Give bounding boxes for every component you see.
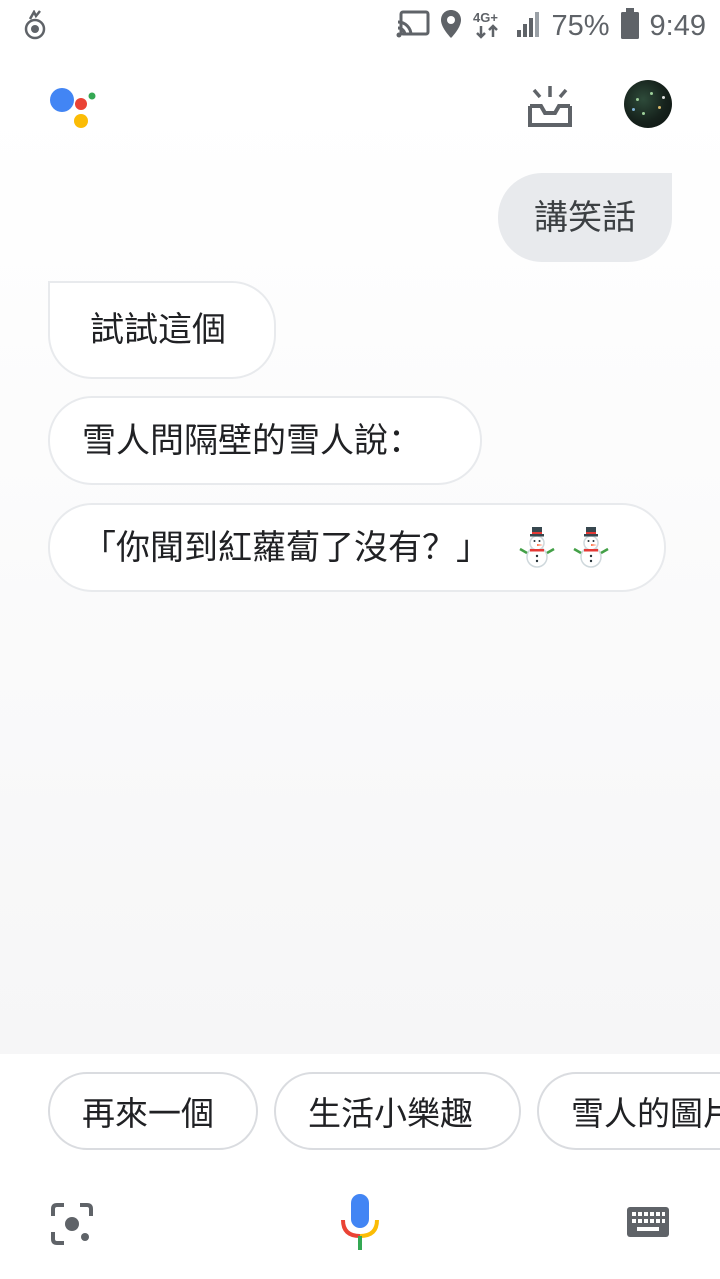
lens-icon[interactable] xyxy=(50,1202,94,1250)
updates-icon[interactable] xyxy=(526,84,574,132)
signal-icon xyxy=(516,10,542,42)
input-bar xyxy=(0,1170,720,1279)
assistant-message-bubble: 「你聞到紅蘿蔔了沒有？」 xyxy=(48,503,666,592)
network-type-label: 4G+ xyxy=(473,10,498,25)
suggestion-chip-label: 生活小樂趣 xyxy=(308,1094,473,1133)
assistant-message-text: 試試這個 xyxy=(90,310,226,350)
battery-icon xyxy=(620,8,640,44)
suggestion-chip[interactable]: 雪人的圖片 xyxy=(537,1072,720,1150)
assistant-message-text: 「你聞到紅蘿蔔了沒有？」 xyxy=(82,527,490,568)
emoji-group xyxy=(516,526,612,569)
google-assistant-icon[interactable] xyxy=(48,84,98,128)
assistant-message-text: 雪人問隔壁的雪人說： xyxy=(82,420,422,461)
battery-percent: 75% xyxy=(551,9,610,42)
notification-icon xyxy=(22,9,48,44)
user-message-bubble: 講笑話 xyxy=(498,173,672,262)
status-icons: 4G+ 75% 9:49 xyxy=(396,4,706,48)
suggestion-chip[interactable]: 再來一個 xyxy=(48,1072,258,1150)
suggestion-chip-label: 雪人的圖片 xyxy=(571,1094,720,1133)
clock-time: 9:49 xyxy=(649,9,706,42)
account-avatar[interactable] xyxy=(624,80,672,128)
cast-icon xyxy=(396,10,430,42)
snowman-emoji xyxy=(573,526,609,568)
keyboard-icon[interactable] xyxy=(626,1206,670,1242)
mic-icon[interactable] xyxy=(339,1192,381,1258)
assistant-message-bubble: 試試這個 xyxy=(48,281,276,379)
location-icon xyxy=(440,9,462,43)
suggestion-chip[interactable]: 生活小樂趣 xyxy=(274,1072,521,1150)
user-message-text: 講笑話 xyxy=(534,197,636,238)
assistant-message-bubble: 雪人問隔壁的雪人說： xyxy=(48,396,482,485)
suggestion-chips: 再來一個 生活小樂趣 雪人的圖片 xyxy=(0,1054,720,1170)
assistant-header xyxy=(0,72,720,142)
suggestion-chip-label: 再來一個 xyxy=(82,1094,214,1133)
status-bar: 4G+ 75% 9:49 xyxy=(0,0,720,52)
snowman-emoji xyxy=(519,526,555,568)
network-icon: 4G+ xyxy=(472,9,506,43)
